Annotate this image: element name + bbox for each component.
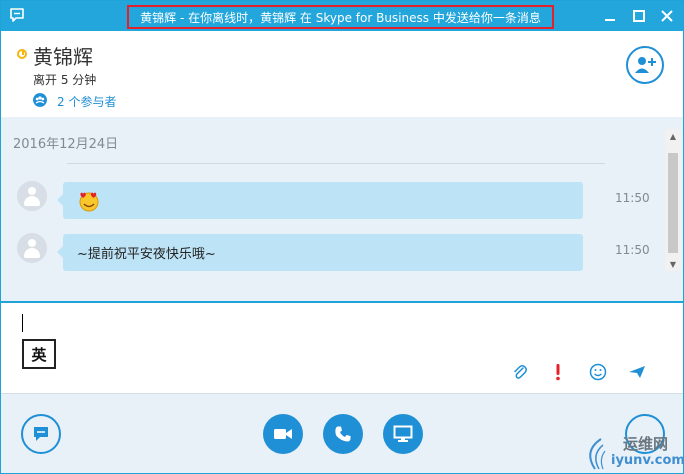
add-people-button[interactable] bbox=[626, 46, 664, 84]
sender-avatar[interactable] bbox=[17, 233, 47, 263]
conversation-history[interactable]: 2016年12月24日 11:50 ~提前祝平安夜快乐哦~ 11:50 ▲ ▼ bbox=[1, 117, 683, 301]
video-call-button[interactable] bbox=[263, 414, 303, 454]
exclamation-icon bbox=[556, 364, 560, 381]
chat-bubble-icon bbox=[10, 8, 24, 22]
im-button[interactable] bbox=[21, 414, 61, 454]
maximize-button[interactable] bbox=[630, 7, 648, 25]
text-cursor bbox=[22, 314, 23, 332]
scroll-thumb[interactable] bbox=[668, 153, 678, 253]
minimize-icon bbox=[605, 19, 615, 21]
vertical-scrollbar[interactable]: ▲ ▼ bbox=[665, 129, 681, 271]
emoticon-button[interactable] bbox=[587, 361, 609, 383]
close-button[interactable] bbox=[658, 7, 676, 25]
conversation-window: 黄锦辉 - 在你离线时，黄锦辉 在 Skype for Business 中发送… bbox=[0, 0, 684, 474]
watermark-text: 运维网 bbox=[623, 435, 669, 453]
present-screen-button[interactable] bbox=[383, 414, 423, 454]
message-time: 11:50 bbox=[615, 243, 650, 257]
minimize-button[interactable] bbox=[601, 7, 619, 25]
chat-bubble-icon bbox=[34, 427, 48, 441]
window-title: 黄锦辉 - 在你离线时，黄锦辉 在 Skype for Business 中发送… bbox=[127, 5, 554, 29]
paperclip-icon bbox=[514, 365, 527, 379]
contact-name[interactable]: 黄锦辉 bbox=[33, 41, 93, 70]
send-button[interactable] bbox=[626, 361, 648, 383]
video-camera-icon bbox=[274, 429, 292, 439]
message-time: 11:50 bbox=[615, 191, 650, 205]
mark-important-button[interactable] bbox=[547, 361, 569, 383]
smiley-icon bbox=[589, 363, 607, 381]
audio-call-button[interactable] bbox=[323, 414, 363, 454]
conversation-date: 2016年12月24日 bbox=[13, 137, 119, 152]
message-bubble[interactable] bbox=[57, 182, 583, 219]
monitor-icon bbox=[393, 425, 413, 442]
attach-file-button[interactable] bbox=[509, 361, 531, 383]
contact-header: 黄锦辉 离开 5 分钟 2 个参与者 bbox=[1, 31, 683, 117]
scroll-up-arrow-icon[interactable]: ▲ bbox=[665, 129, 681, 143]
participants-link[interactable]: 2 个参与者 bbox=[57, 93, 116, 110]
ime-mode-indicator: 英 bbox=[22, 339, 56, 369]
sender-avatar[interactable] bbox=[17, 181, 47, 211]
close-icon bbox=[661, 10, 673, 22]
message-compose-area[interactable]: 英 bbox=[1, 301, 683, 393]
maximize-icon bbox=[633, 10, 645, 22]
scroll-down-arrow-icon[interactable]: ▼ bbox=[665, 257, 681, 271]
away-status-icon bbox=[17, 49, 27, 59]
heart-eyes-emoticon-icon bbox=[79, 192, 99, 211]
title-bar[interactable]: 黄锦辉 - 在你离线时，黄锦辉 在 Skype for Business 中发送… bbox=[1, 1, 683, 31]
phone-icon bbox=[335, 426, 351, 442]
watermark-url: iyunv.com bbox=[611, 453, 684, 468]
message-text: ~提前祝平安夜快乐哦~ bbox=[77, 247, 216, 262]
message-bubble[interactable]: ~提前祝平安夜快乐哦~ bbox=[57, 234, 583, 271]
send-icon bbox=[629, 366, 645, 378]
participants-icon[interactable] bbox=[33, 93, 47, 107]
date-divider bbox=[67, 163, 605, 164]
presence-status: 离开 5 分钟 bbox=[33, 73, 97, 87]
add-person-icon bbox=[635, 57, 656, 73]
